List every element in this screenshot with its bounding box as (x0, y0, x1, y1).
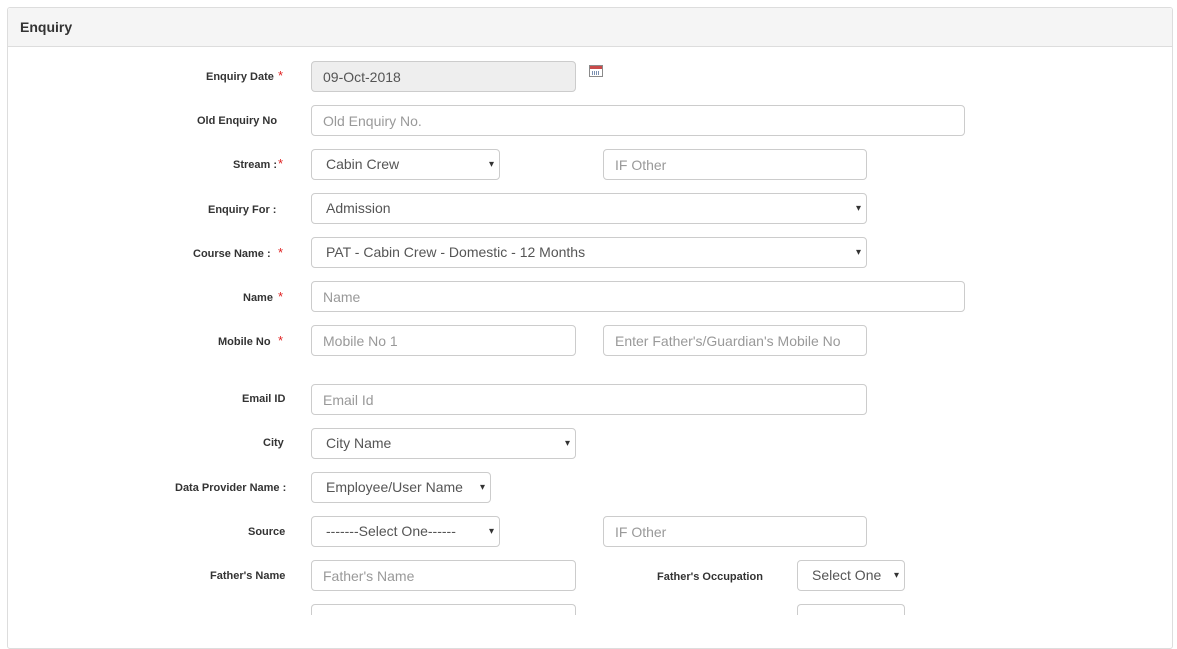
stream-label: Stream : (233, 159, 278, 171)
course-name-select[interactable]: PAT - Cabin Crew - Domestic - 12 Months … (311, 237, 867, 268)
chevron-down-icon: ▾ (855, 203, 861, 214)
city-label: City (263, 437, 284, 449)
old-enquiry-no-input[interactable] (311, 105, 965, 136)
fathers-occupation-selected-value: Select One (812, 567, 882, 583)
next-row-input-partial[interactable] (311, 604, 576, 615)
chevron-down-icon: ▾ (488, 526, 494, 537)
old-enquiry-no-label: Old Enquiry No (197, 115, 278, 127)
course-name-selected-value: PAT - Cabin Crew - Domestic - 12 Months (326, 244, 586, 260)
enquiry-date-field[interactable] (311, 61, 576, 92)
stream-selected-value: Cabin Crew (326, 156, 400, 172)
email-id-label: Email ID (242, 393, 286, 405)
course-name-label: Course Name : (193, 248, 271, 260)
data-provider-select[interactable]: Employee/User Name ▾ (311, 472, 491, 503)
mobile-no-input[interactable] (311, 325, 576, 356)
enquiry-panel: Enquiry (7, 7, 1173, 649)
source-label: Source (248, 526, 286, 538)
stream-other-input[interactable] (603, 149, 867, 180)
panel-heading: Enquiry (8, 8, 1172, 47)
chevron-down-icon: ▾ (564, 438, 570, 449)
calendar-icon[interactable] (589, 65, 603, 77)
name-input[interactable] (311, 281, 965, 312)
next-row-select-partial[interactable] (797, 604, 905, 615)
enquiry-for-label: Enquiry For : (208, 204, 277, 216)
source-other-input[interactable] (603, 516, 867, 547)
chevron-down-icon: ▾ (488, 159, 494, 170)
panel-title: Enquiry (20, 19, 73, 35)
fathers-occupation-select[interactable]: Select One ▾ (797, 560, 905, 591)
chevron-down-icon: ▾ (893, 570, 899, 581)
mobile-no-label: Mobile No (218, 336, 271, 348)
chevron-down-icon: ▾ (855, 247, 861, 258)
stream-required-mark: * (278, 156, 284, 171)
enquiry-for-selected-value: Admission (326, 200, 391, 216)
data-provider-name-label: Data Provider Name : (175, 482, 287, 494)
stream-select[interactable]: Cabin Crew ▾ (311, 149, 500, 180)
guardian-mobile-input[interactable] (603, 325, 867, 356)
source-select[interactable]: -------Select One------ ▾ (311, 516, 500, 547)
enquiry-date-label: Enquiry Date (206, 71, 274, 83)
fathers-name-input[interactable] (311, 560, 576, 591)
mobile-no-required-mark: * (278, 333, 284, 348)
email-id-input[interactable] (311, 384, 867, 415)
enquiry-for-select[interactable]: Admission ▾ (311, 193, 867, 224)
chevron-down-icon: ▾ (479, 482, 485, 493)
source-selected-value: -------Select One------ (326, 523, 456, 539)
course-name-required-mark: * (278, 245, 284, 260)
name-label: Name (243, 292, 273, 304)
city-selected-value: City Name (326, 435, 392, 451)
fathers-name-label: Father's Name (210, 570, 286, 582)
city-select[interactable]: City Name ▾ (311, 428, 576, 459)
fathers-occupation-label: Father's Occupation (657, 571, 763, 583)
data-provider-selected-value: Employee/User Name (326, 479, 463, 495)
enquiry-date-required-mark: * (278, 68, 284, 83)
name-required-mark: * (278, 289, 284, 304)
